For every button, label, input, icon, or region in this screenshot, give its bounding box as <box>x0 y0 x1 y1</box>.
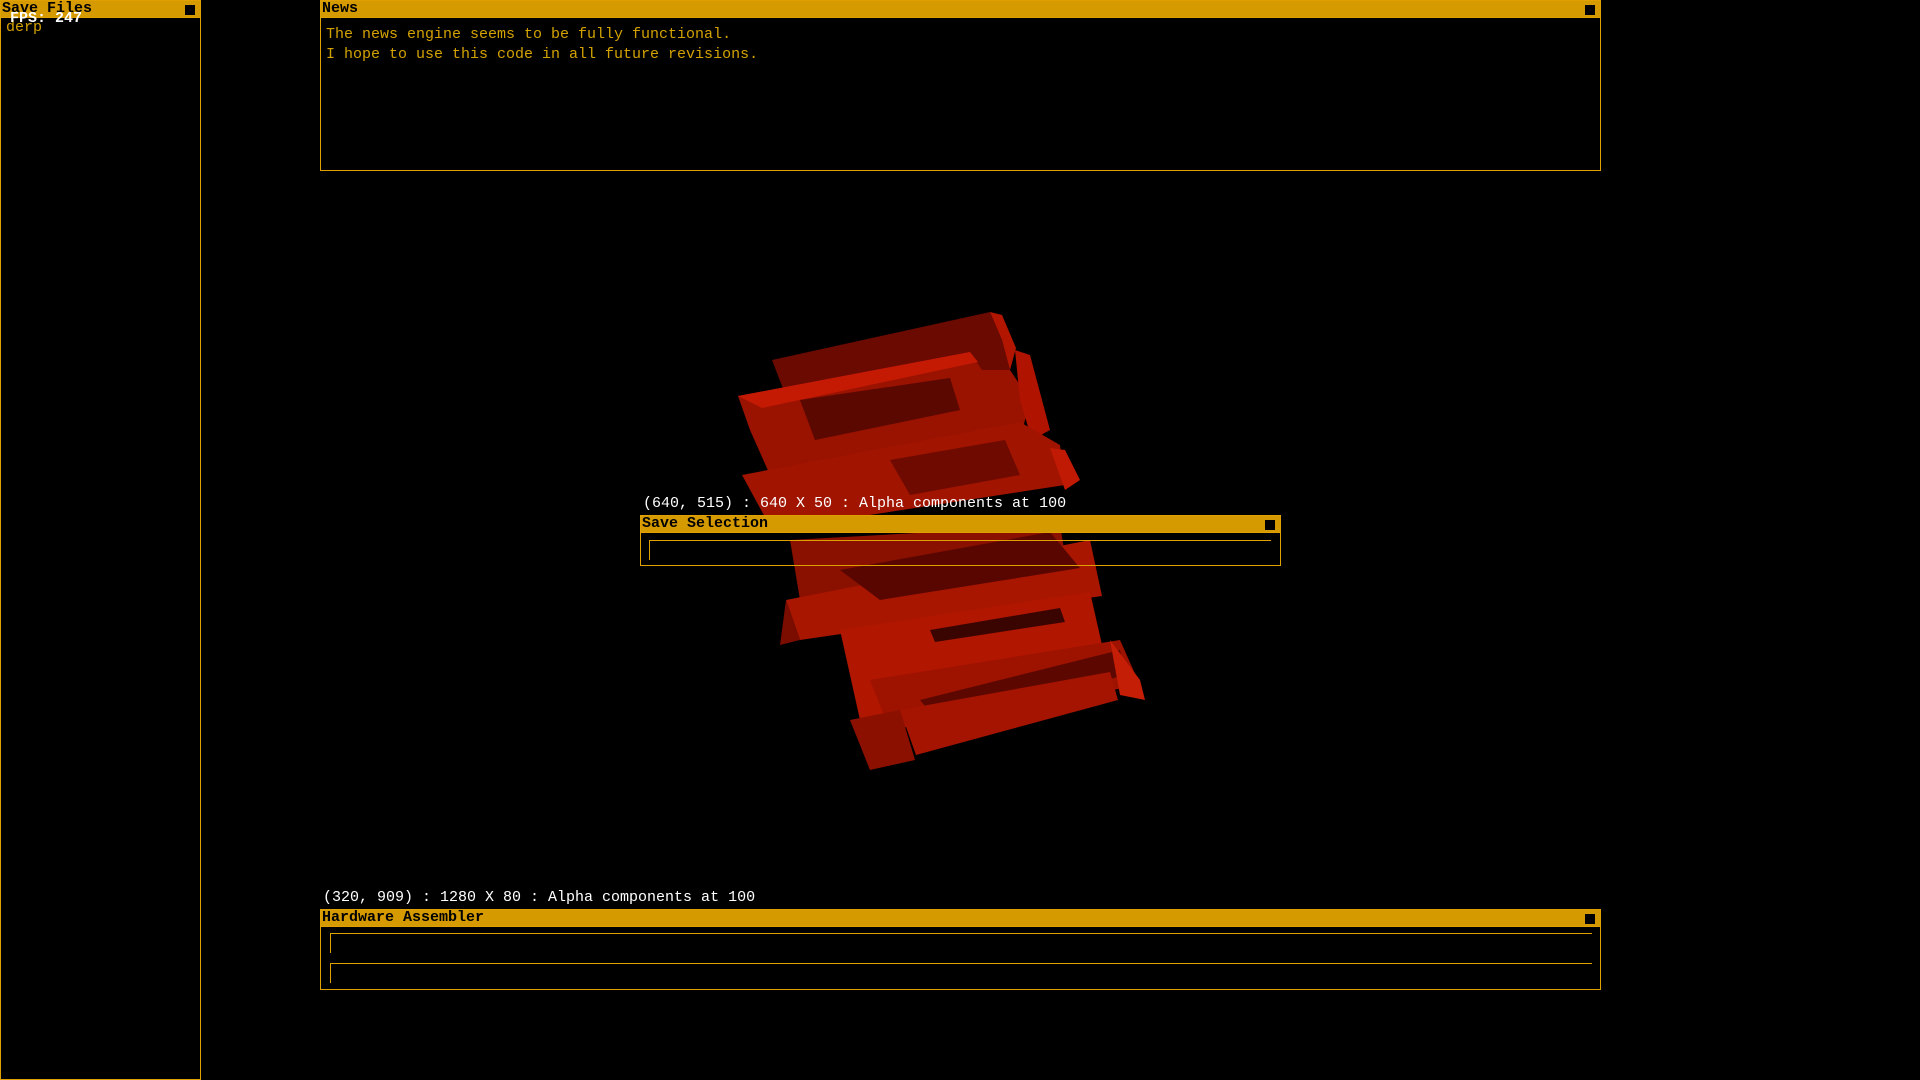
save-selection-window: Save Selection <box>640 515 1281 566</box>
close-square-icon[interactable] <box>1585 5 1595 15</box>
save-name-input[interactable] <box>649 540 1271 560</box>
hardware-assembler-info: (320, 909) : 1280 X 80 : Alpha component… <box>323 889 756 906</box>
news-window: News The news engine seems to be fully f… <box>320 0 1601 171</box>
close-square-icon[interactable] <box>1585 914 1595 924</box>
assembler-input-2[interactable] <box>330 963 1592 983</box>
news-line: The news engine seems to be fully functi… <box>326 26 732 43</box>
news-line: I hope to use this code in all future re… <box>326 46 759 63</box>
save-selection-info: (640, 515) : 640 X 50 : Alpha components… <box>643 495 1067 512</box>
close-square-icon[interactable] <box>185 5 195 15</box>
close-square-icon[interactable] <box>1265 520 1275 530</box>
hardware-assembler-window: Hardware Assembler <box>320 909 1601 990</box>
save-selection-titlebar[interactable]: Save Selection <box>641 516 1280 533</box>
hardware-assembler-titlebar[interactable]: Hardware Assembler <box>321 910 1600 927</box>
news-titlebar[interactable]: News <box>321 1 1600 18</box>
save-files-window: Save Files derp <box>0 0 201 1080</box>
hardware-assembler-title: Hardware Assembler <box>322 909 485 926</box>
news-title: News <box>322 0 359 17</box>
assembler-input-1[interactable] <box>330 933 1592 953</box>
fps-counter: FPS: 247 <box>10 10 83 27</box>
save-selection-title: Save Selection <box>642 515 769 532</box>
